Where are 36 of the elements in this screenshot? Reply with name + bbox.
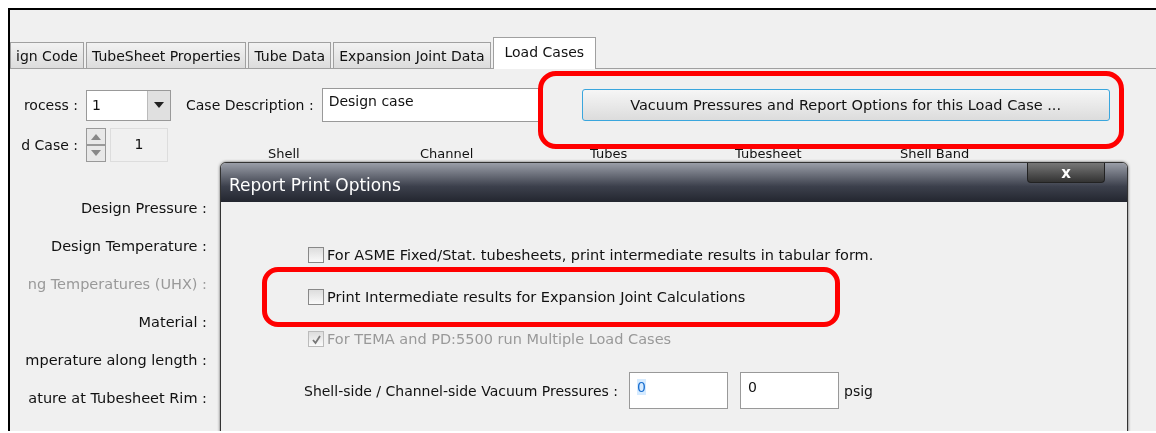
- tab[interactable]: TubeSheet Properties: [85, 42, 247, 68]
- tab[interactable]: ign Code: [10, 42, 84, 68]
- tab[interactable]: Tube Data: [248, 42, 332, 68]
- row-label: ature at Tubesheet Rim :: [27, 389, 207, 408]
- row-label: Design Temperature :: [49, 237, 207, 256]
- tab[interactable]: Expansion Joint Data: [333, 42, 491, 68]
- load-case-field[interactable]: 1: [110, 128, 168, 162]
- close-button[interactable]: x: [1027, 163, 1105, 183]
- field-label: rocess :: [22, 97, 79, 113]
- column-header: Shell: [268, 146, 301, 162]
- field-label: Case Description :: [186, 97, 314, 113]
- pressure-field[interactable]: 0: [740, 372, 839, 409]
- column-header: Channel: [420, 146, 475, 162]
- field-label: d Case :: [20, 137, 79, 153]
- column-header: Tubes: [590, 146, 629, 162]
- checkbox-label: For ASME Fixed/Stat. tubesheets, print intermediate results in tabular form.: [327, 247, 874, 263]
- row-label: ng Temperatures (UHX) :: [26, 275, 207, 294]
- row-label: Design Pressure :: [79, 199, 207, 218]
- options-button[interactable]: Vacuum Pressures and Report Options for this Load Case ...: [581, 89, 1110, 121]
- case-description-field[interactable]: Design case: [321, 88, 540, 122]
- checkbox[interactable]: [308, 247, 324, 263]
- column-header: Tubesheet: [735, 146, 803, 162]
- field-label: Shell-side / Channel-side Vacuum Pressures :: [304, 382, 618, 399]
- row-label: mperature along length :: [24, 351, 207, 370]
- row-label: Material :: [137, 313, 207, 332]
- process-dropdown[interactable]: 1: [86, 89, 171, 121]
- checkbox-label: Print Intermediate results for Expansion Joint Calculations: [327, 289, 746, 305]
- unit-label: psig: [844, 382, 873, 399]
- pressure-field[interactable]: 0: [629, 372, 728, 409]
- checkbox-label: For TEMA and PD:5500 run Multiple Load Cases: [327, 331, 672, 347]
- spinner-buttons[interactable]: [86, 128, 106, 162]
- checkbox[interactable]: [308, 289, 324, 305]
- checkmark-icon: [310, 333, 322, 345]
- dialog-title: Report Print Options: [228, 174, 401, 195]
- column-header: Shell Band: [900, 146, 970, 162]
- tab[interactable]: Load Cases: [492, 37, 597, 69]
